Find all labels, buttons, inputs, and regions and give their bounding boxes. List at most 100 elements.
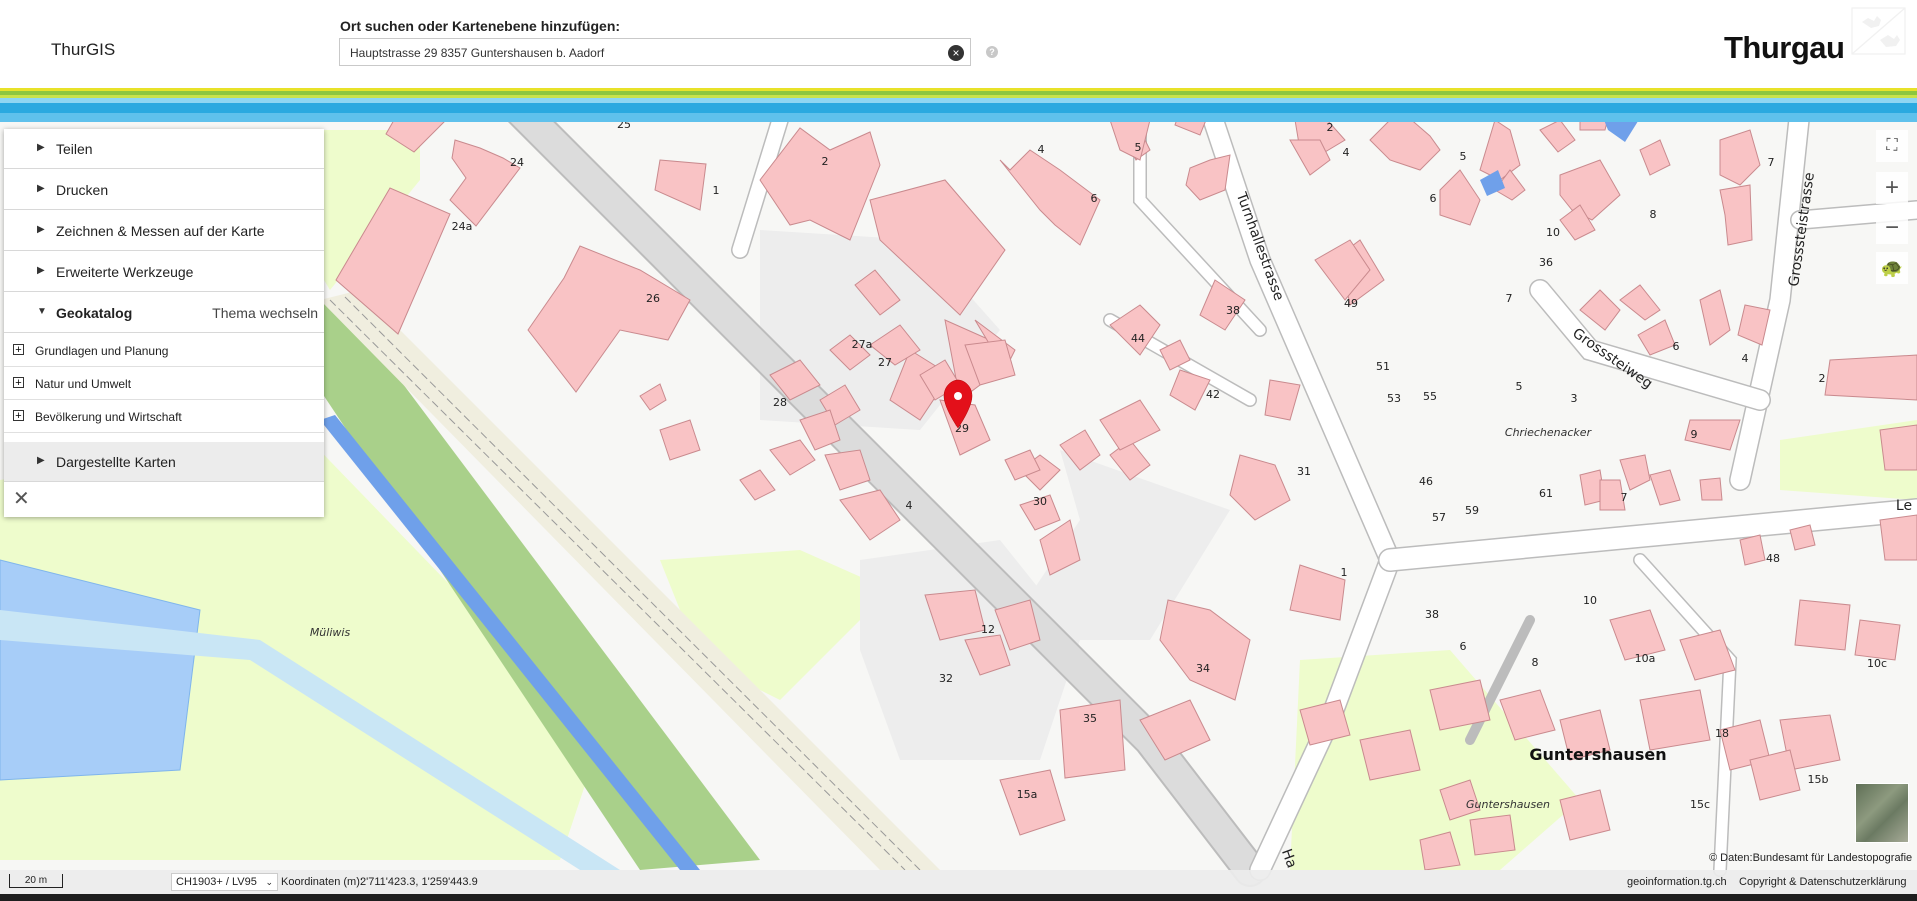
svg-text:15b: 15b [1808,773,1829,786]
svg-text:7: 7 [1621,491,1628,504]
copyright-link[interactable]: Copyright & Datenschutzerklärung [1739,876,1907,888]
svg-text:57: 57 [1432,511,1446,524]
svg-text:38: 38 [1226,304,1240,317]
svg-text:4: 4 [1343,146,1350,159]
svg-text:49: 49 [1344,297,1358,310]
svg-text:6: 6 [1430,192,1437,205]
app-title: ThurGIS [51,40,116,59]
svg-text:48: 48 [1766,552,1780,565]
geoinformation-link[interactable]: geoinformation.tg.ch [1627,876,1727,888]
svg-text:8: 8 [1650,208,1657,221]
chevron-down-icon: ⌄ [265,877,273,887]
catalog-item-grundlagen[interactable]: + Grundlagen und Planung [4,334,324,367]
svg-text:59: 59 [1465,504,1479,517]
search-box: × [339,38,971,67]
caret-right-icon: ▶ [37,183,45,194]
stripe-sky [0,113,1917,122]
svg-text:53: 53 [1387,392,1401,405]
plus-icon[interactable]: + [1876,172,1908,204]
svg-text:2: 2 [1327,121,1334,134]
svg-text:18: 18 [1715,727,1729,740]
svg-text:4: 4 [906,499,913,512]
svg-text:12: 12 [981,623,995,636]
svg-text:7: 7 [1506,292,1513,305]
coordinates-value: 2'711'423.3, 1'259'443.9 [360,876,478,888]
svg-text:38: 38 [1425,608,1439,621]
brand-logo: Thurgau [1724,30,1845,65]
catalog-item-label: Natur und Umwelt [35,377,132,391]
close-icon[interactable]: ✕ [13,489,30,509]
street-label-le: Le [1896,498,1912,514]
search-input[interactable] [348,39,932,67]
svg-text:3: 3 [1571,392,1578,405]
svg-text:24a: 24a [452,220,473,233]
scale-bar: 20 m [9,874,63,888]
menu-item-label: Teilen [56,141,93,157]
svg-text:6: 6 [1673,340,1680,353]
svg-text:55: 55 [1423,390,1437,403]
crs-select-value: CH1903+ / LV95 [176,876,257,888]
place-label-guntershausen: Guntershausen [1529,745,1666,764]
menu-item-label: Erweiterte Werkzeuge [56,264,194,280]
svg-text:6: 6 [1460,640,1467,653]
svg-text:5: 5 [1135,141,1142,154]
svg-text:8: 8 [1532,656,1539,669]
menu-item-geokatalog[interactable]: ▼ Geokatalog Thema wechseln [4,293,324,333]
svg-text:34: 34 [1196,662,1210,675]
svg-text:46: 46 [1419,475,1433,488]
caret-right-icon: ▶ [37,224,45,235]
header: ThurGIS Ort suchen oder Kartenebene hinz… [0,0,1917,88]
catalog-item-bevoelkerung[interactable]: + Bevölkerung und Wirtschaft [4,400,324,433]
svg-text:7: 7 [1768,156,1775,169]
svg-text:10: 10 [1583,594,1597,607]
svg-text:9: 9 [1691,428,1698,441]
caret-down-icon: ▼ [37,306,47,317]
svg-text:5: 5 [1460,150,1467,163]
menu-item-teilen[interactable]: ▶ Teilen [4,129,324,169]
svg-text:10a: 10a [1635,652,1656,665]
coordinates-label: Koordinaten (m): [281,876,363,888]
svg-text:10: 10 [1546,226,1560,239]
svg-text:1: 1 [1341,566,1348,579]
svg-text:35: 35 [1083,712,1097,725]
footer: 20 m CH1903+ / LV95 ⌄ Koordinaten (m): 2… [0,870,1917,894]
crs-select[interactable]: CH1903+ / LV95 ⌄ [171,873,278,891]
theme-switch-link[interactable]: Thema wechseln [212,305,318,321]
question-icon[interactable]: ? [986,46,998,58]
taskbar-strip [0,894,1917,901]
svg-text:2: 2 [822,155,829,168]
svg-text:15a: 15a [1017,788,1038,801]
svg-text:4: 4 [1038,143,1045,156]
catalog-item-natur[interactable]: + Natur und Umwelt [4,367,324,400]
basemap-switcher[interactable] [1855,783,1909,843]
plus-box-icon[interactable]: + [13,377,24,389]
caret-right-icon: ▶ [37,265,45,276]
svg-text:2: 2 [1819,372,1826,385]
minus-icon[interactable]: − [1876,212,1908,244]
catalog-item-label: Bevölkerung und Wirtschaft [35,410,182,424]
svg-text:5: 5 [1516,380,1523,393]
svg-text:4: 4 [1742,352,1749,365]
menu-item-zeichnen-messen[interactable]: ▶ Zeichnen & Messen auf der Karte [4,211,324,251]
svg-text:28: 28 [773,396,787,409]
svg-text:27a: 27a [852,338,873,351]
menu-item-label: Dargestellte Karten [56,454,176,470]
svg-text:30: 30 [1033,495,1047,508]
menu-item-label: Geokatalog [56,305,133,321]
stripe-blue [0,103,1917,113]
menu-item-dargestellte-karten[interactable]: ▶ Dargestellte Karten [4,442,324,482]
menu-item-drucken[interactable]: ▶ Drucken [4,170,324,210]
menu-item-erweiterte-werkzeuge[interactable]: ▶ Erweiterte Werkzeuge [4,252,324,292]
caret-right-icon: ▶ [37,142,45,153]
svg-text:15c: 15c [1690,798,1710,811]
fullscreen-icon[interactable]: ⛶ [1876,130,1908,162]
turtle-icon[interactable]: 🐢 [1876,252,1908,284]
place-label-guntershausen-small: Guntershausen [1466,798,1550,811]
plus-box-icon[interactable]: + [13,344,24,356]
menu-item-label: Drucken [56,182,109,198]
side-panel: ▶ Teilen ▶ Drucken ▶ Zeichnen & Messen a… [4,129,324,517]
svg-text:51: 51 [1376,360,1390,373]
svg-text:6: 6 [1091,192,1098,205]
plus-box-icon[interactable]: + [13,410,24,422]
close-circle-icon[interactable]: × [948,45,964,61]
